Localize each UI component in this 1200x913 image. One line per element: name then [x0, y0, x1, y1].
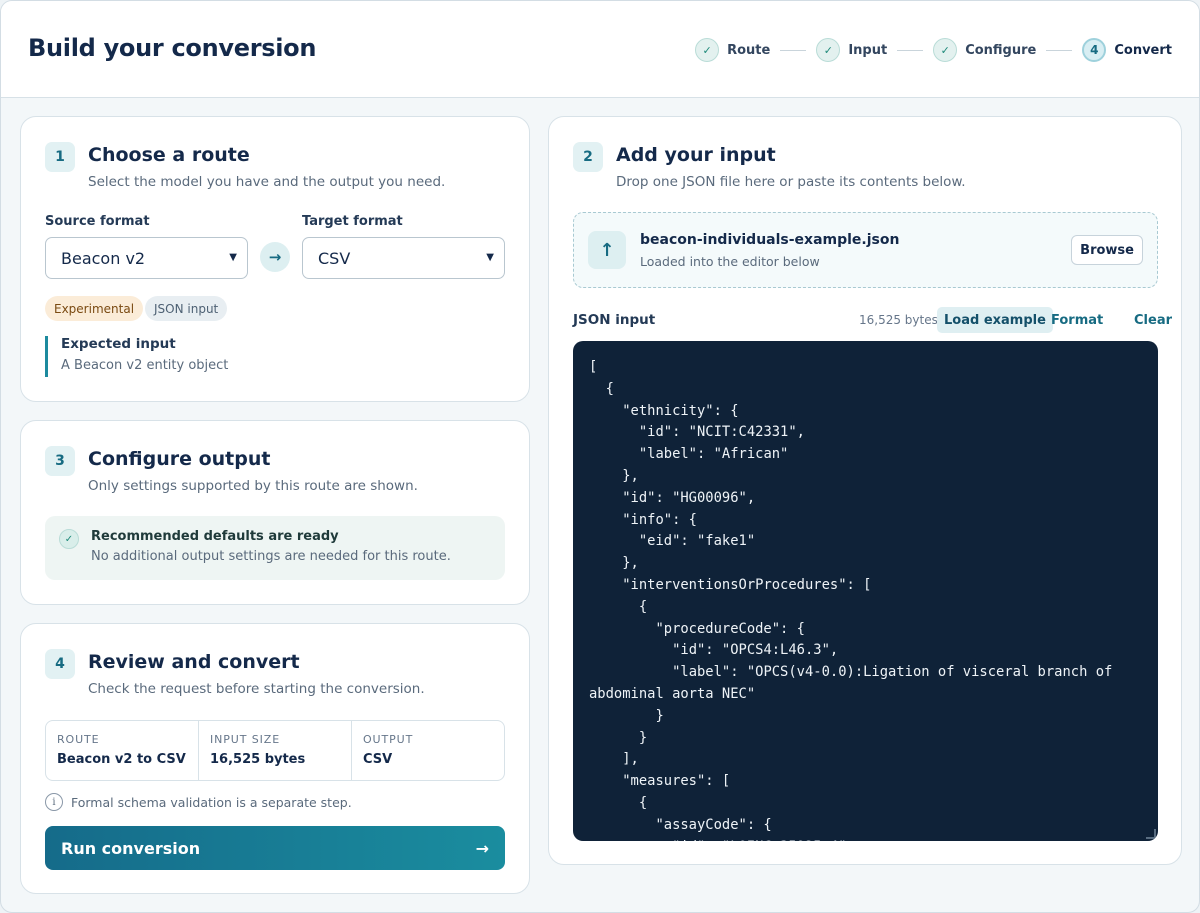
- source-format-label: Source format: [45, 214, 150, 229]
- step-label: Route: [727, 42, 771, 58]
- review-card: 4 Review and convert Check the request b…: [20, 623, 530, 894]
- source-format-select[interactable]: Beacon v2 ▼: [45, 237, 248, 279]
- step-number: 4: [1082, 38, 1107, 62]
- card-title: Choose a route: [88, 144, 250, 166]
- run-conversion-button[interactable]: Run conversion →: [45, 826, 505, 870]
- card-subtitle: Check the request before starting the co…: [88, 681, 425, 697]
- step-configure[interactable]: ✓ Configure: [933, 38, 1036, 62]
- select-value: CSV: [318, 248, 351, 268]
- step-number-badge: 4: [45, 649, 75, 679]
- configure-card: 3 Configure output Only settings support…: [20, 420, 530, 605]
- check-icon: ✓: [933, 38, 958, 62]
- byte-count: 16,525 bytes: [859, 313, 938, 327]
- step-label: Configure: [965, 42, 1037, 58]
- check-icon: ✓: [816, 38, 841, 62]
- route-card: 1 Choose a route Select the model you ha…: [20, 116, 530, 402]
- chevron-down-icon: ▼: [486, 252, 494, 263]
- load-example-button[interactable]: Load example: [937, 307, 1053, 333]
- summary-value: Beacon v2 to CSV: [57, 752, 186, 767]
- step-convert[interactable]: 4 Convert: [1082, 38, 1172, 62]
- expected-input-text: A Beacon v2 entity object: [61, 358, 229, 373]
- summary-route: ROUTE Beacon v2 to CSV: [46, 721, 199, 780]
- validation-note: i Formal schema validation is a separate…: [45, 793, 352, 811]
- resize-handle[interactable]: [1146, 829, 1156, 839]
- step-divider: [780, 49, 807, 51]
- file-status: Loaded into the editor below: [640, 254, 820, 269]
- arrow-right-icon: →: [260, 242, 290, 272]
- json-input-tag: JSON input: [145, 296, 228, 321]
- json-editor-content: [ { "ethnicity": { "id": "NCIT:C42331", …: [589, 359, 1113, 841]
- run-conversion-label: Run conversion: [61, 838, 201, 858]
- step-input[interactable]: ✓ Input: [816, 38, 887, 62]
- validation-note-text: Formal schema validation is a separate s…: [71, 794, 352, 810]
- step-divider: [1046, 49, 1073, 51]
- json-editor[interactable]: [ { "ethnicity": { "id": "NCIT:C42331", …: [573, 341, 1158, 841]
- experimental-tag: Experimental: [45, 296, 144, 321]
- summary-value: 16,525 bytes: [210, 752, 306, 767]
- upload-icon: ↑: [588, 231, 626, 269]
- card-title: Add your input: [616, 144, 776, 166]
- step-label: Convert: [1114, 42, 1172, 58]
- expected-input-title: Expected input: [61, 336, 176, 352]
- card-title: Review and convert: [88, 651, 300, 673]
- card-subtitle: Only settings supported by this route ar…: [88, 478, 418, 494]
- card-subtitle: Drop one JSON file here or paste its con…: [616, 174, 966, 190]
- step-number-badge: 3: [45, 446, 75, 476]
- page-header: Build your conversion ✓ Route ✓ Input ✓ …: [1, 1, 1199, 98]
- summary-output: OUTPUT CSV: [352, 721, 504, 780]
- summary-value: CSV: [363, 752, 393, 767]
- summary-input-size: INPUT SIZE 16,525 bytes: [199, 721, 352, 780]
- notice-title: Recommended defaults are ready: [91, 529, 339, 544]
- json-input-label: JSON input: [573, 312, 656, 328]
- select-value: Beacon v2: [61, 248, 146, 268]
- summary-key: OUTPUT: [363, 733, 414, 746]
- input-card: 2 Add your input Drop one JSON file here…: [548, 116, 1182, 865]
- step-number-badge: 1: [45, 142, 75, 172]
- app-frame: Build your conversion ✓ Route ✓ Input ✓ …: [0, 0, 1200, 913]
- expected-input-callout: Expected input A Beacon v2 entity object: [45, 336, 228, 377]
- file-name: beacon-individuals-example.json: [640, 232, 900, 248]
- info-icon: i: [45, 793, 63, 811]
- step-number-badge: 2: [573, 142, 603, 172]
- browse-button[interactable]: Browse: [1071, 235, 1143, 265]
- conversion-summary: ROUTE Beacon v2 to CSV INPUT SIZE 16,525…: [45, 720, 505, 781]
- chevron-down-icon: ▼: [229, 252, 237, 263]
- step-route[interactable]: ✓ Route: [695, 38, 770, 62]
- file-dropzone[interactable]: ↑ beacon-individuals-example.json Loaded…: [573, 212, 1158, 288]
- progress-stepper: ✓ Route ✓ Input ✓ Configure 4 Convert: [695, 38, 1172, 62]
- target-format-select[interactable]: CSV ▼: [302, 237, 505, 279]
- format-button[interactable]: Format: [1044, 307, 1110, 333]
- clear-button[interactable]: Clear: [1127, 307, 1179, 333]
- arrow-right-icon: →: [475, 838, 489, 858]
- card-title: Configure output: [88, 448, 271, 470]
- summary-key: INPUT SIZE: [210, 733, 281, 746]
- page-title: Build your conversion: [28, 34, 317, 62]
- check-icon: ✓: [59, 529, 79, 549]
- defaults-ready-notice: ✓ Recommended defaults are ready No addi…: [45, 516, 505, 580]
- step-label: Input: [848, 42, 888, 58]
- check-icon: ✓: [695, 38, 720, 62]
- step-divider: [897, 49, 924, 51]
- target-format-label: Target format: [302, 214, 403, 229]
- notice-text: No additional output settings are needed…: [91, 549, 451, 564]
- summary-key: ROUTE: [57, 733, 100, 746]
- card-subtitle: Select the model you have and the output…: [88, 174, 446, 190]
